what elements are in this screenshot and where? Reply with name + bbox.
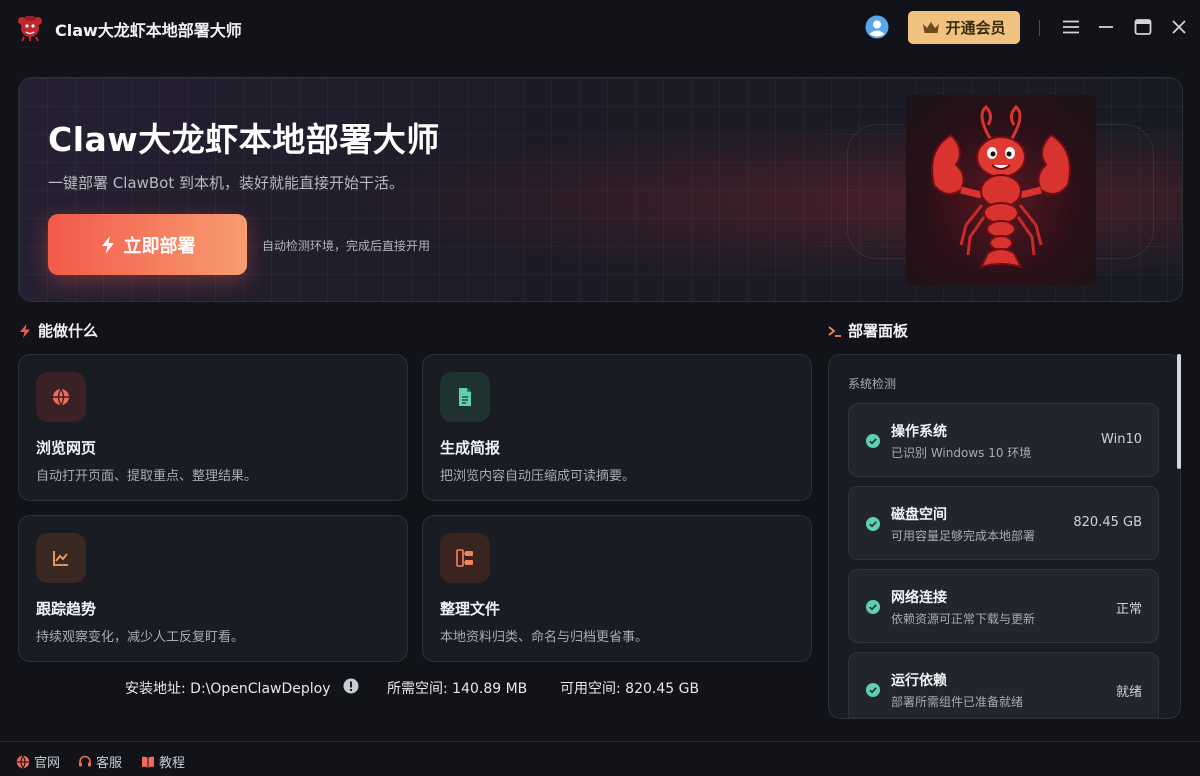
check-item-dependencies: 运行依赖 部署所需组件已准备就绪 就绪 [848, 652, 1159, 718]
book-icon [142, 756, 154, 768]
feature-card-trend[interactable]: 跟踪趋势 持续观察变化，减少人工反复盯看。 [18, 515, 408, 662]
crown-icon [923, 21, 940, 33]
deploy-panel: 系统检测 操作系统 已识别 Windows 10 环境 Win10 磁盘空间 可… [828, 354, 1181, 719]
feature-title: 整理文件 [440, 600, 501, 618]
check-circle-icon [866, 683, 880, 697]
feature-title: 跟踪趋势 [36, 600, 97, 618]
check-title: 运行依赖 [891, 673, 947, 689]
feature-card-browse[interactable]: 浏览网页 自动打开页面、提取重点、整理结果。 [18, 354, 408, 501]
hero-title: Claw大龙虾本地部署大师 [48, 120, 440, 159]
hero-banner: Claw大龙虾本地部署大师 一键部署 ClawBot 到本机，装好就能直接开始干… [18, 77, 1183, 302]
vip-membership-button[interactable]: 开通会员 [908, 11, 1020, 44]
feature-desc: 持续观察变化，减少人工反复盯看。 [36, 630, 245, 645]
feature-icon-wrap [440, 533, 490, 583]
deploy-now-label: 立即部署 [123, 235, 196, 256]
deploy-hint: 自动检测环境，完成后直接开用 [262, 239, 431, 253]
available-space: 可用空间: 820.45 GB [560, 681, 700, 697]
check-desc: 已识别 Windows 10 环境 [891, 446, 1032, 460]
lobster-mascot-icon [931, 104, 1071, 269]
menu-button[interactable] [1058, 14, 1084, 40]
check-item-disk: 磁盘空间 可用容量足够完成本地部署 820.45 GB [848, 486, 1159, 560]
check-desc: 部署所需组件已准备就绪 [891, 695, 1024, 709]
feature-desc: 把浏览内容自动压缩成可读摘要。 [440, 469, 636, 484]
check-circle-icon [866, 434, 880, 448]
headset-icon [79, 755, 91, 766]
vip-label: 开通会员 [945, 20, 1006, 37]
check-item-network: 网络连接 依赖资源可正常下载与更新 正常 [848, 569, 1159, 643]
install-path[interactable]: 安装地址: D:\OpenClawDeploy [125, 678, 331, 698]
terminal-prompt-icon [828, 325, 841, 337]
app-title: Claw大龙虾本地部署大师 [55, 21, 242, 40]
check-circle-icon [866, 600, 880, 614]
feature-card-brief[interactable]: 生成简报 把浏览内容自动压缩成可读摘要。 [422, 354, 812, 501]
minimize-button[interactable] [1093, 14, 1119, 40]
deploy-now-button[interactable]: 立即部署 [48, 214, 247, 275]
title-bar: Claw大龙虾本地部署大师 开通会员 [0, 0, 1200, 56]
footer-link-label: 教程 [159, 756, 186, 771]
check-desc: 可用容量足够完成本地部署 [891, 529, 1036, 543]
maximize-button[interactable] [1130, 14, 1156, 40]
check-value: 820.45 GB [1073, 515, 1142, 530]
features-heading: 能做什么 [18, 320, 98, 341]
footer-divider [0, 741, 1200, 742]
features-heading-label: 能做什么 [38, 322, 99, 340]
required-space: 所需空间: 140.89 MB [387, 681, 528, 697]
folder-tree-icon [456, 549, 473, 567]
lightning-icon [20, 323, 30, 338]
globe-icon [16, 755, 30, 768]
lightning-icon [101, 235, 114, 254]
feature-icon-wrap [36, 533, 86, 583]
feature-icon-wrap [440, 372, 490, 422]
check-title: 操作系统 [891, 424, 947, 440]
lobster-logo-icon [18, 16, 42, 42]
footer-link-website[interactable]: 官网 [16, 752, 60, 771]
feature-icon-wrap [36, 372, 86, 422]
minimize-icon [1099, 26, 1113, 28]
title-bar-divider [1039, 20, 1040, 36]
info-icon[interactable] [343, 678, 359, 694]
panel-scrollbar[interactable] [1177, 354, 1181, 469]
footer-link-label: 客服 [96, 756, 123, 771]
close-icon [1172, 20, 1186, 34]
footer-link-label: 官网 [34, 756, 61, 771]
check-title: 网络连接 [891, 590, 947, 606]
lobster-mascot-image [906, 95, 1096, 285]
check-value: 正常 [1115, 602, 1142, 617]
panel-heading: 部署面板 [828, 320, 908, 341]
panel-heading-label: 部署面板 [848, 322, 909, 340]
close-button[interactable] [1166, 14, 1192, 40]
document-icon [459, 388, 471, 406]
hamburger-menu-icon [1063, 20, 1079, 34]
globe-icon [53, 388, 69, 406]
trend-chart-icon [53, 551, 68, 566]
feature-title: 浏览网页 [36, 439, 97, 457]
maximize-icon [1134, 19, 1152, 35]
feature-title: 生成简报 [440, 439, 501, 457]
check-value: Win10 [1101, 432, 1142, 447]
check-desc: 依赖资源可正常下载与更新 [891, 612, 1036, 626]
user-avatar-icon[interactable] [865, 15, 889, 39]
check-value: 就绪 [1115, 685, 1142, 700]
hero-subtitle: 一键部署 ClawBot 到本机，装好就能直接开始干活。 [48, 174, 404, 192]
check-circle-icon [866, 517, 880, 531]
feature-card-files[interactable]: 整理文件 本地资料归类、命名与归档更省事。 [422, 515, 812, 662]
system-check-label: 系统检测 [848, 377, 897, 391]
footer-link-tutorial[interactable]: 教程 [141, 752, 185, 771]
feature-desc: 自动打开页面、提取重点、整理结果。 [36, 469, 258, 484]
feature-desc: 本地资料归类、命名与归档更省事。 [440, 630, 649, 645]
footer-link-support[interactable]: 客服 [78, 752, 122, 771]
check-title: 磁盘空间 [891, 507, 947, 523]
check-item-os: 操作系统 已识别 Windows 10 环境 Win10 [848, 403, 1159, 477]
